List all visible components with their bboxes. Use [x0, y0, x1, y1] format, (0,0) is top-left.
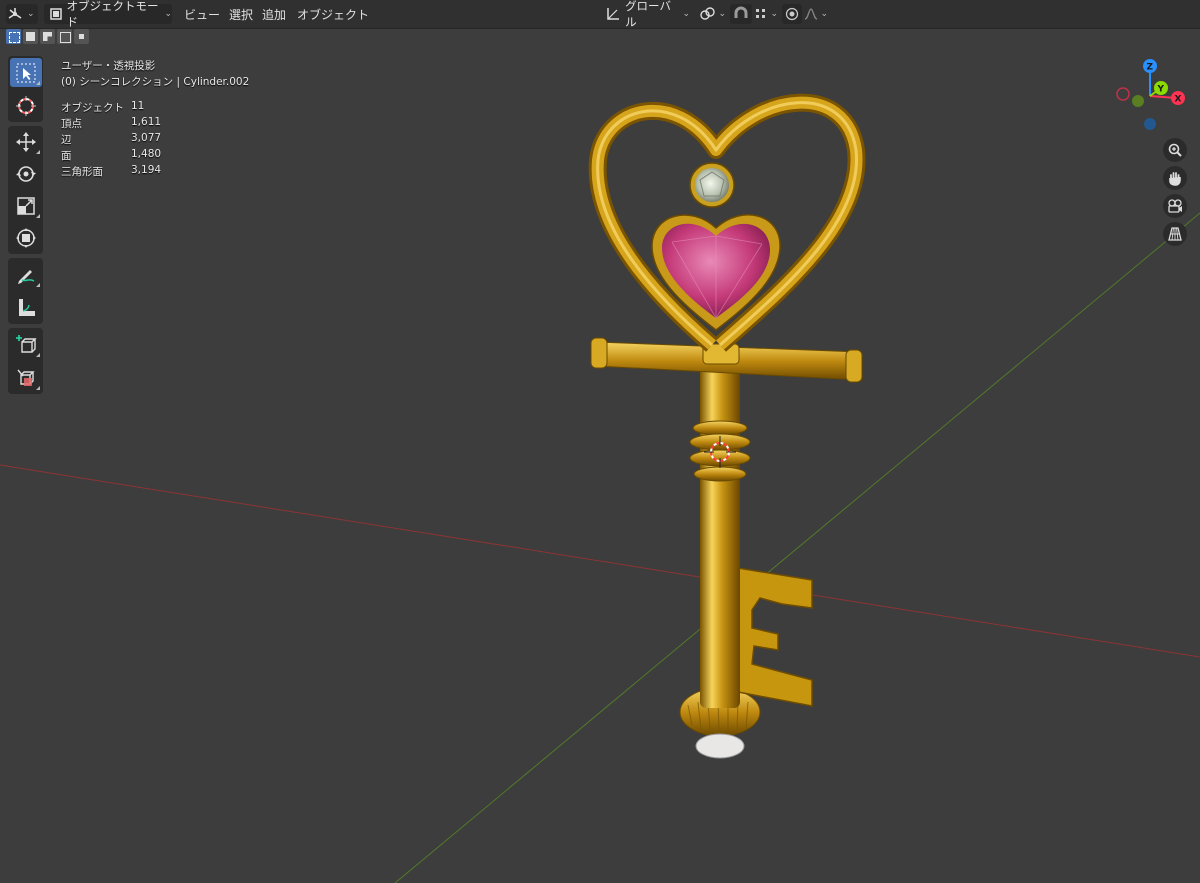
stat-value-triangles: 3,194 [131, 164, 162, 176]
cursor-select-icon [16, 63, 35, 82]
move-tool[interactable] [10, 128, 42, 156]
viewport-header: ⌄ オブジェクトモード ⌄ ビュー 選択 追加 オブジェクト グローバル ⌄ ⌄ [0, 0, 1200, 29]
gizmo-z-label: Z [1147, 63, 1154, 73]
pivot-point-select[interactable]: ⌄ [698, 4, 726, 24]
3d-cursor-icon [15, 95, 36, 116]
gizmo-neg-x[interactable] [1116, 87, 1130, 101]
stat-value-edges: 3,077 [131, 132, 162, 144]
toolbar-group-select [8, 56, 43, 122]
chevron-down-icon: ⌄ [682, 9, 690, 19]
navigation-gizmo[interactable]: Z Y X [1110, 56, 1190, 136]
cube-edit-icon [16, 369, 35, 386]
chevron-down-icon: ⌄ [820, 9, 828, 19]
orientation-label: グローバル [625, 0, 671, 29]
zoom-button[interactable] [1163, 138, 1187, 162]
gizmo-x-label: X [1175, 95, 1182, 105]
stat-label-vertices: 頂点 [61, 118, 82, 130]
scale-tool[interactable] [10, 192, 42, 220]
annotate-tool[interactable] [10, 260, 42, 289]
gizmo-neg-z[interactable] [1144, 118, 1156, 130]
select-extend-button[interactable] [23, 29, 38, 44]
menu-select[interactable]: 選択 [229, 6, 253, 23]
snap-target-select[interactable]: ⌄ [754, 4, 778, 24]
stat-value-faces: 1,480 [131, 148, 162, 160]
stat-label-edges: 辺 [61, 134, 72, 146]
chevron-down-icon: ⌄ [718, 9, 726, 19]
falloff-curve-icon [804, 8, 818, 20]
proportional-editing-toggle[interactable] [782, 4, 802, 24]
toolbar-group-transform [8, 126, 43, 254]
camera-icon [1168, 199, 1182, 213]
mode-select[interactable]: オブジェクトモード ⌄ [44, 0, 172, 29]
ruler-icon [18, 298, 35, 316]
chevron-down-icon: ⌄ [770, 9, 778, 19]
pan-button[interactable] [1163, 166, 1187, 190]
toolbar-group-add [8, 328, 43, 394]
x-axis-line [0, 464, 1200, 658]
mode-label: オブジェクトモード [66, 0, 159, 29]
gizmo-neg-y[interactable] [1132, 95, 1144, 107]
measure-tool[interactable] [10, 293, 42, 322]
orientation-global-icon [607, 8, 619, 20]
key-pearl-tip [695, 733, 745, 759]
chevron-down-icon: ⌄ [164, 9, 172, 19]
snap-toggle[interactable] [730, 4, 752, 24]
stat-label-faces: 面 [61, 150, 72, 162]
rotate-tool[interactable] [10, 160, 42, 188]
magnet-icon [734, 6, 748, 18]
add-cube-tool[interactable] [10, 330, 42, 359]
select-difference-button[interactable] [57, 29, 72, 44]
transform-tool[interactable] [10, 224, 42, 252]
menu-view[interactable]: ビュー [184, 6, 220, 23]
select-box-tool[interactable] [9, 58, 42, 87]
cursor-tool[interactable] [10, 91, 42, 120]
scale-icon [16, 197, 35, 215]
viewport-editor-icon [8, 8, 22, 19]
projection-toggle-button[interactable] [1163, 222, 1187, 246]
transform-icon [15, 228, 36, 248]
stat-value-vertices: 1,611 [131, 116, 162, 128]
pivot-icon [700, 7, 715, 20]
viewport-3d[interactable] [0, 0, 1200, 883]
editor-type-button[interactable]: ⌄ [6, 4, 38, 24]
chevron-down-icon: ⌄ [27, 9, 35, 19]
stat-label-objects: オブジェクト [61, 102, 124, 114]
move-arrows-icon [15, 132, 36, 152]
key-bit [737, 567, 813, 707]
toolbar-group-annotate [8, 258, 43, 324]
extrude-tool[interactable] [10, 363, 42, 392]
hand-icon [1169, 172, 1181, 186]
gizmo-y-label: Y [1157, 85, 1165, 95]
snap-grid-icon [756, 9, 765, 18]
falloff-select[interactable]: ⌄ [804, 4, 828, 24]
menu-add[interactable]: 追加 [262, 6, 286, 23]
selection-mode-bar [6, 29, 89, 47]
object-mode-icon [50, 8, 62, 20]
select-subtract-button[interactable] [40, 29, 55, 44]
menu-object[interactable]: オブジェクト [297, 6, 369, 23]
view-name: ユーザー・透視投影 [61, 60, 156, 72]
key-shaft [700, 358, 740, 708]
collection-info: (0) シーンコレクション | Cylinder.002 [61, 76, 250, 88]
select-intersect-button[interactable] [74, 29, 89, 44]
pencil-icon [17, 269, 34, 284]
proportional-edit-icon [785, 7, 799, 21]
perspective-grid-icon [1168, 227, 1182, 241]
select-new-button[interactable] [6, 29, 21, 44]
stat-label-triangles: 三角形面 [61, 166, 103, 178]
add-cube-icon [15, 334, 37, 353]
key-model[interactable] [588, 93, 866, 759]
stat-value-objects: 11 [131, 100, 145, 112]
rotate-icon [15, 166, 36, 182]
transform-orientation-select[interactable]: グローバル ⌄ [604, 0, 690, 29]
zoom-in-icon [1168, 143, 1182, 157]
camera-view-button[interactable] [1163, 194, 1187, 218]
